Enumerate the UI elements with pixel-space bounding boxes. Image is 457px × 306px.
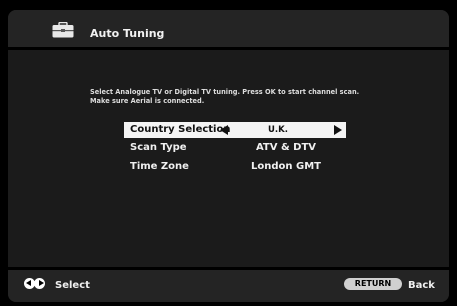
setting-row-time-zone[interactable]: Time Zone London GMT xyxy=(124,159,346,175)
setting-row-country-selection[interactable]: Country Selection U.K. xyxy=(124,122,346,138)
setting-value: U.K. xyxy=(268,125,288,135)
return-button[interactable]: RETURN xyxy=(344,278,402,290)
toolbox-icon xyxy=(52,22,74,38)
menu-panel: Auto Tuning Select Analogue TV or Digita… xyxy=(8,10,449,302)
setting-label: Scan Type xyxy=(130,142,187,153)
back-hint-label: Back xyxy=(408,280,435,291)
setting-row-scan-type[interactable]: Scan Type ATV & DTV xyxy=(124,140,346,156)
instruction-line-2: Make sure Aerial is connected. xyxy=(90,97,205,105)
setting-label: Country Selection xyxy=(130,124,231,135)
arrow-right-icon[interactable] xyxy=(334,125,342,135)
header-bar: Auto Tuning xyxy=(8,10,449,47)
setting-label: Time Zone xyxy=(130,161,189,172)
instruction-line-1: Select Analogue TV or Digital TV tuning.… xyxy=(90,88,360,96)
setting-value: ATV & DTV xyxy=(255,142,317,153)
arrow-left-icon[interactable] xyxy=(220,125,228,135)
header-divider xyxy=(8,47,449,50)
left-right-arrows-icon xyxy=(24,278,46,290)
footer-bar: Select RETURN Back xyxy=(8,270,449,302)
setting-value: London GMT xyxy=(251,161,321,172)
page-title: Auto Tuning xyxy=(90,27,165,40)
instructions-text: Select Analogue TV or Digital TV tuning.… xyxy=(90,88,400,106)
tv-menu-screen: Auto Tuning Select Analogue TV or Digita… xyxy=(0,0,457,306)
select-hint-label: Select xyxy=(55,280,90,291)
